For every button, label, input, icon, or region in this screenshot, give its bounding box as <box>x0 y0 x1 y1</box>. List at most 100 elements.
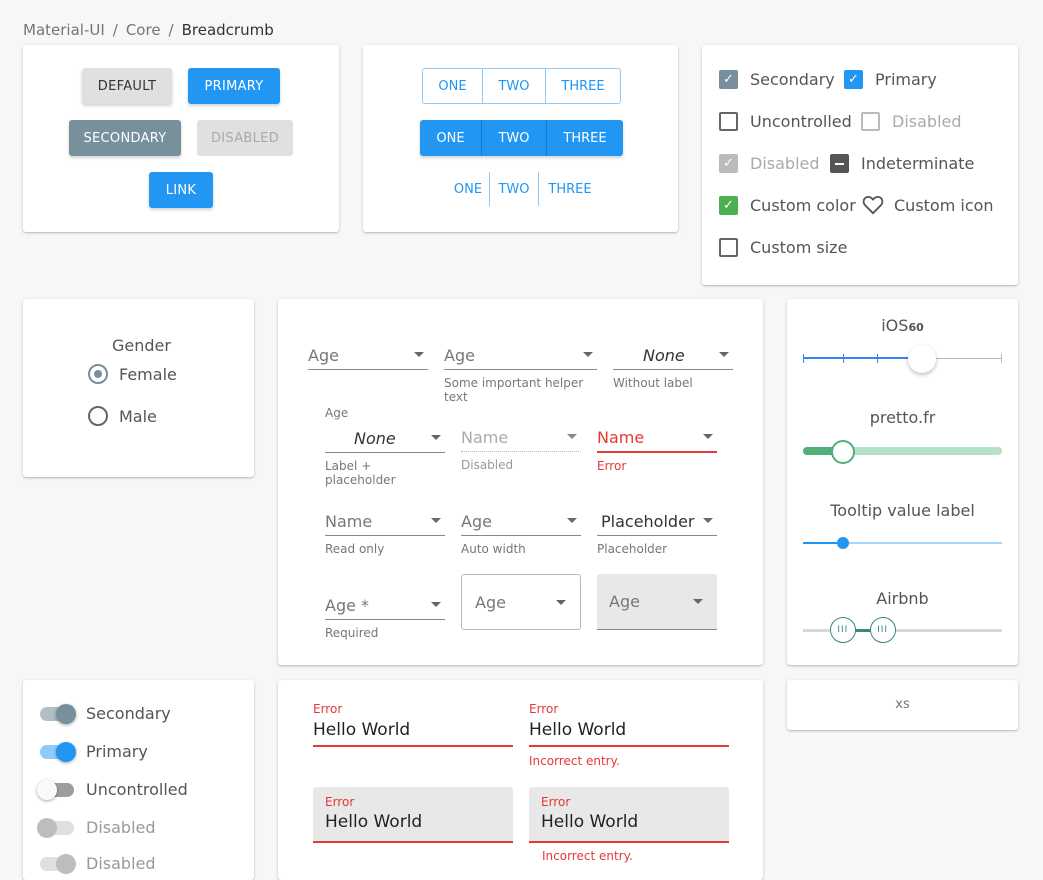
select-label: Name <box>597 427 645 447</box>
xs-card: xs <box>787 680 1018 730</box>
dropdown-arrow-icon <box>556 600 566 605</box>
breadcrumb-link-material-ui[interactable]: Material-UI <box>23 21 105 39</box>
age-select-required[interactable]: Age * Required <box>325 591 445 640</box>
switch-track <box>40 703 76 724</box>
secondary-button[interactable]: SECONDARY <box>69 120 181 156</box>
text-three-button[interactable]: THREE <box>539 172 601 206</box>
select-label: Age * <box>325 595 370 615</box>
text-two-button[interactable]: TWO <box>490 172 539 206</box>
tooltip-slider-thumb[interactable] <box>836 537 849 549</box>
age-select-outlined[interactable]: Age <box>461 574 581 630</box>
primary-button[interactable]: PRIMARY <box>188 68 280 104</box>
dropdown-arrow-icon <box>431 518 441 523</box>
outlined-one-button[interactable]: ONE <box>423 69 483 103</box>
select-helper-text: Placeholder <box>597 542 668 556</box>
error-textfield-1[interactable]: Error Hello World <box>313 702 513 747</box>
airbnb-slider-thumb-low[interactable]: III <box>829 617 856 643</box>
switch-label: Disabled <box>86 818 156 837</box>
checkbox-label: Disabled <box>892 112 962 131</box>
outlined-three-button[interactable]: THREE <box>546 69 620 103</box>
checkbox-checked-icon: ✓ <box>719 154 738 173</box>
link-button[interactable]: LINK <box>149 172 213 208</box>
checkbox-disabled-checked: ✓ Disabled <box>719 154 820 173</box>
select-label: Age <box>461 511 492 531</box>
dropdown-arrow-icon <box>567 518 577 523</box>
switch-primary[interactable]: Primary <box>40 741 148 762</box>
checkbox-checked-icon: ✓ <box>844 70 863 89</box>
select-value: Placeholder <box>601 511 695 531</box>
default-button[interactable]: DEFAULT <box>82 68 172 104</box>
checkbox-indeterminate-icon <box>830 154 849 173</box>
checkbox-primary[interactable]: ✓ Primary <box>844 70 937 89</box>
checkbox-uncontrolled[interactable]: Uncontrolled <box>719 112 852 131</box>
ios-slider-mark <box>843 354 844 363</box>
age-select-helper[interactable]: Age Some important helper text <box>444 341 597 404</box>
switches-card: Secondary Primary Uncontrolled Disabled … <box>23 680 254 880</box>
switch-secondary[interactable]: Secondary <box>40 703 171 724</box>
checkbox-indeterminate[interactable]: Indeterminate <box>830 154 974 173</box>
switch-thumb <box>56 741 76 762</box>
dropdown-arrow-icon <box>431 602 441 607</box>
selects-card: Age Age Some important helper text None … <box>278 299 763 665</box>
switch-disabled: Disabled <box>37 817 156 838</box>
airbnb-slider-thumb-high[interactable]: III <box>869 617 896 643</box>
contained-one-button[interactable]: ONE <box>420 120 482 156</box>
pretto-slider-thumb[interactable] <box>830 440 855 464</box>
text-one-button[interactable]: ONE <box>447 172 490 206</box>
checkbox-custom-icon[interactable]: Custom icon <box>862 195 994 215</box>
error-textfield-2[interactable]: Error Hello World Incorrect entry. <box>529 702 729 768</box>
select-helper-text: Auto width <box>461 542 526 556</box>
age-select[interactable]: Age <box>308 341 428 370</box>
checkbox-custom-color[interactable]: ✓ Custom color <box>719 196 856 215</box>
error-textfield-filled-1[interactable]: Error Hello World <box>313 787 513 843</box>
checkbox-secondary[interactable]: ✓ Secondary <box>719 70 835 89</box>
checkbox-label: Uncontrolled <box>750 112 852 131</box>
breadcrumb-link-core[interactable]: Core <box>126 21 161 39</box>
textfield-label: Error <box>541 795 571 809</box>
none-select-without-label[interactable]: None Without label <box>613 341 733 390</box>
contained-two-button[interactable]: TWO <box>482 120 547 156</box>
switch-label: Secondary <box>86 704 171 723</box>
dropdown-arrow-icon <box>693 599 703 604</box>
radio-option-female[interactable]: Female <box>88 364 177 384</box>
age-select-auto-width[interactable]: Age Auto width <box>461 507 581 556</box>
checkbox-label: Disabled <box>750 154 820 173</box>
select-label: Age <box>308 345 339 365</box>
error-textfield-filled-2[interactable]: Error Hello World <box>529 787 729 843</box>
name-select-error[interactable]: Name Error <box>597 423 717 473</box>
placeholder-select[interactable]: Placeholder Placeholder <box>597 507 717 556</box>
checkbox-custom-size[interactable]: Custom size <box>719 238 847 257</box>
text-button-group: ONE TWO THREE <box>447 172 601 206</box>
radio-unchecked-icon <box>88 406 108 426</box>
radio-label: Female <box>119 364 177 384</box>
radio-option-male[interactable]: Male <box>88 406 157 426</box>
radio-checked-icon <box>88 364 108 384</box>
select-helper-text: Error <box>597 459 627 473</box>
select-label: Name <box>461 427 509 447</box>
ios-slider-mark <box>1001 354 1002 363</box>
ios-slider-thumb[interactable] <box>908 345 937 373</box>
heart-icon <box>862 195 884 215</box>
textfield-value: Hello World <box>529 720 627 740</box>
select-label: Age <box>325 406 349 420</box>
xs-label: xs <box>895 697 910 712</box>
outlined-two-button[interactable]: TWO <box>483 69 546 103</box>
checkbox-label: Secondary <box>750 70 835 89</box>
checkbox-unchecked-icon <box>719 112 738 131</box>
age-select-label-placeholder[interactable]: Age None Label + placeholder <box>325 406 445 487</box>
checkbox-checked-icon: ✓ <box>719 70 738 89</box>
switch-uncontrolled[interactable]: Uncontrolled <box>37 779 188 800</box>
dropdown-arrow-icon <box>719 352 729 357</box>
slider-title-text: iOS <box>881 316 909 335</box>
name-select-readonly[interactable]: Name Read only <box>325 507 445 556</box>
checkbox-label: Custom size <box>750 238 848 257</box>
ios-slider-title: iOS60 <box>787 316 1018 335</box>
contained-three-button[interactable]: THREE <box>547 120 623 156</box>
switch-thumb <box>56 853 76 874</box>
age-select-filled[interactable]: Age <box>597 574 717 630</box>
name-select-disabled: Name Disabled <box>461 423 581 472</box>
textfield-value: Hello World <box>313 720 411 740</box>
select-helper-text: Some important helper text <box>444 376 584 404</box>
outlined-button-group: ONE TWO THREE <box>422 68 621 104</box>
textfields-card: Error Hello World Error Hello World Inco… <box>278 680 763 880</box>
